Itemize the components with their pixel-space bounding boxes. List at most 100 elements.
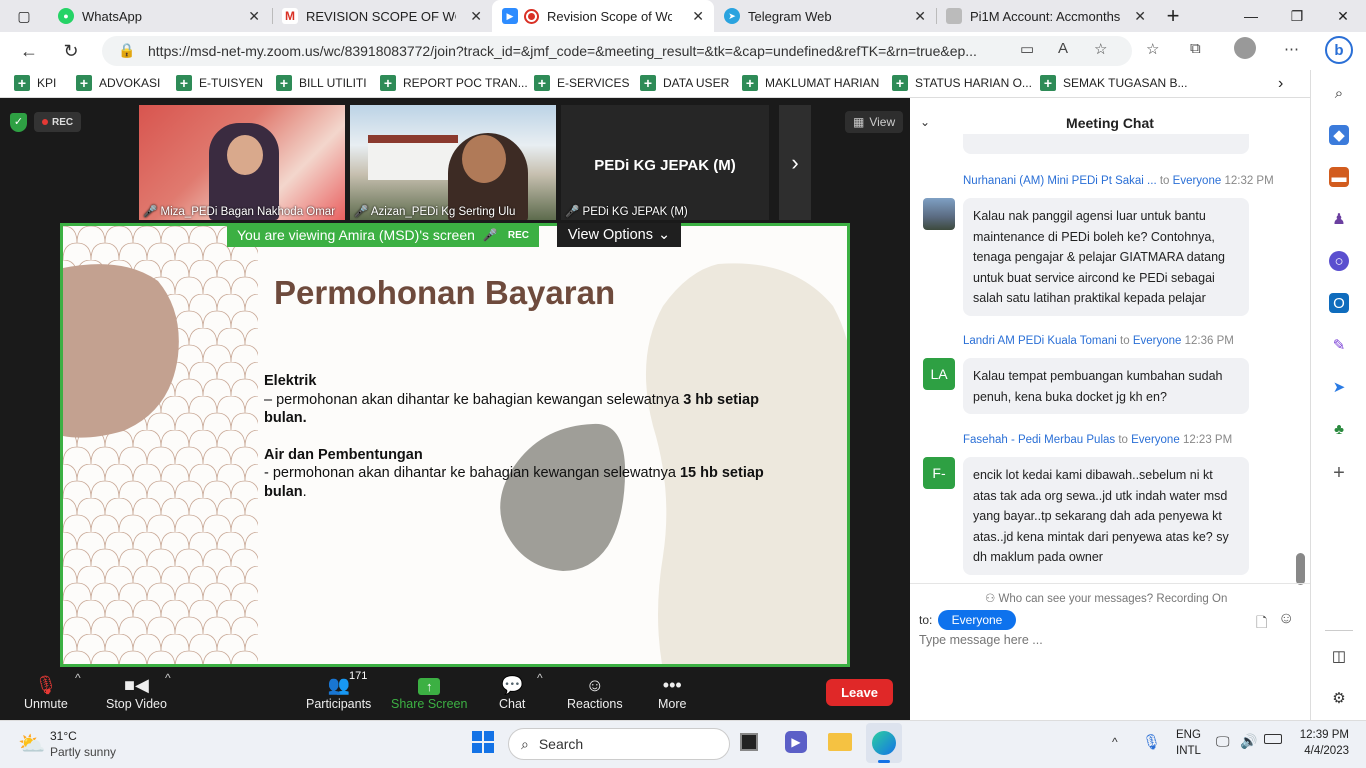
add-favorite-icon[interactable]: ☆: [1094, 40, 1107, 58]
minimize-icon[interactable]: —: [1228, 0, 1274, 32]
chat-message: encik lot kedai kami dibawah..sebelum ni…: [963, 457, 1249, 575]
next-page-chevron-icon[interactable]: ›: [779, 105, 811, 220]
microphone-icon[interactable]: 🎙: [1142, 733, 1161, 751]
tools-icon[interactable]: ▬: [1329, 167, 1349, 187]
browser-window: ▢ ● WhatsApp ✕ M REVISION SCOPE OF WORK …: [0, 0, 1366, 768]
games-icon[interactable]: ♟: [1329, 209, 1349, 229]
network-icon[interactable]: 🖵: [1216, 733, 1230, 750]
video-tile-azizan[interactable]: 🎤 Azizan_PEDi Kg Serting Ulu: [350, 105, 556, 220]
slide-content: Elektrik – permohonan akan dihantar ke b…: [264, 373, 764, 500]
stop-video-button[interactable]: ■◀ Stop Video: [106, 673, 167, 711]
shield-icon: ✓: [10, 113, 27, 132]
close-tab-icon[interactable]: ✕: [1134, 8, 1146, 25]
settings-icon[interactable]: ⚙: [1329, 688, 1349, 708]
chat-scrollbar[interactable]: [1296, 553, 1305, 585]
tab-actions-icon[interactable]: ▢: [0, 0, 48, 32]
tab-zoom[interactable]: ▶ Revision Scope of Work ✕: [492, 0, 714, 32]
recipient-button[interactable]: Everyone: [938, 610, 1016, 630]
more-button[interactable]: ••• More: [658, 673, 686, 711]
battery-icon[interactable]: [1264, 734, 1282, 744]
close-window-icon[interactable]: ✕: [1320, 0, 1366, 32]
zoom-meeting-area: ✓ REC 🎤 Miza_PEDi Bagan Nakhoda Omar 🎤 A…: [0, 98, 910, 720]
sidebar-toggle-icon[interactable]: ◫: [1329, 646, 1349, 666]
bookmark-item[interactable]: + ADVOKASI: [76, 75, 160, 91]
send-icon[interactable]: ➤: [1329, 377, 1349, 397]
profile-avatar[interactable]: [1234, 37, 1256, 59]
bing-icon[interactable]: b: [1325, 36, 1353, 64]
grid-icon: ▦: [853, 115, 865, 129]
bookmark-item[interactable]: + DATA USER: [640, 75, 729, 91]
designer-icon[interactable]: ✎: [1329, 335, 1349, 355]
office-icon[interactable]: ○: [1329, 251, 1349, 271]
meet-icon[interactable]: ▶: [785, 731, 807, 753]
muted-mic-icon: 🎤: [565, 206, 580, 218]
people-icon: ⚇: [985, 593, 996, 605]
tab-telegram[interactable]: ➤ Telegram Web ✕: [714, 0, 936, 32]
video-options-caret-icon[interactable]: ^: [165, 671, 171, 685]
view-options-button[interactable]: View Options ⌄: [557, 223, 681, 247]
video-tile-miza[interactable]: 🎤 Miza_PEDi Bagan Nakhoda Omar: [139, 105, 345, 220]
bookmark-item[interactable]: + REPORT POC TRAN...: [380, 75, 528, 91]
bookmarks-overflow-icon[interactable]: ›: [1278, 75, 1283, 93]
outlook-icon[interactable]: O: [1329, 293, 1349, 313]
bookmark-item[interactable]: + E-TUISYEN: [176, 75, 263, 91]
close-tab-icon[interactable]: ✕: [248, 8, 260, 25]
share-arrow-icon: ↑: [418, 678, 441, 695]
task-view-icon[interactable]: [740, 733, 758, 751]
bookmark-plus-icon: +: [640, 75, 656, 91]
page-icon: [946, 8, 962, 24]
audio-options-caret-icon[interactable]: ^: [75, 671, 81, 685]
restore-icon[interactable]: ❐: [1274, 0, 1320, 32]
weather-icon[interactable]: ⛅: [18, 731, 45, 757]
tree-icon[interactable]: ♣: [1329, 419, 1349, 439]
emoji-icon[interactable]: ☺: [1278, 610, 1294, 628]
tab-gmail[interactable]: M REVISION SCOPE OF WORK 3 ✕: [272, 0, 492, 32]
bookmark-item[interactable]: + E-SERVICES: [534, 75, 629, 91]
share-screen-button[interactable]: ↑ Share Screen: [391, 673, 467, 711]
more-menu-icon[interactable]: ⋯: [1284, 40, 1299, 58]
leave-button[interactable]: Leave: [826, 679, 893, 706]
back-icon[interactable]: ←: [14, 36, 44, 66]
video-tile-pedi-kg-jepak[interactable]: PEDi KG JEPAK (M) 🎤 PEDi KG JEPAK (M): [561, 105, 769, 220]
add-icon[interactable]: +: [1329, 462, 1349, 484]
bookmark-item[interactable]: + KPI: [14, 75, 56, 91]
chat-button[interactable]: 💬 Chat: [499, 673, 525, 711]
avatar: LA: [923, 358, 955, 390]
bookmark-item[interactable]: + STATUS HARIAN O...: [892, 75, 1032, 91]
taskbar-search[interactable]: ⌕ Search: [508, 728, 730, 760]
url-field[interactable]: 🔒 https://msd-net-my.zoom.us/wc/83918083…: [102, 36, 1132, 66]
file-explorer-icon[interactable]: [828, 733, 852, 751]
close-tab-icon[interactable]: ✕: [692, 8, 704, 25]
tab-pi1m[interactable]: Pi1M Account: Accmonths ✕: [936, 0, 1156, 32]
bookmark-item[interactable]: + MAKLUMAT HARIAN: [742, 75, 879, 91]
volume-icon[interactable]: 🔊: [1240, 733, 1257, 750]
windows-start-icon[interactable]: [472, 731, 494, 753]
favorites-icon[interactable]: ☆: [1146, 40, 1159, 58]
bookmark-plus-icon: +: [176, 75, 192, 91]
shopping-tag-icon[interactable]: ◆: [1329, 125, 1349, 145]
new-tab-icon[interactable]: +: [1150, 0, 1196, 32]
chat-options-caret-icon[interactable]: ^: [537, 671, 543, 685]
bookmark-item[interactable]: + SEMAK TUGASAN B...: [1040, 75, 1187, 91]
collections-icon[interactable]: ⧉: [1190, 40, 1201, 57]
camera-icon[interactable]: ▭: [1020, 40, 1034, 58]
viewing-banner: You are viewing Amira (MSD)'s screen 🎤 R…: [227, 223, 539, 247]
edge-taskbar-button[interactable]: [866, 723, 902, 763]
emoji-icon: ☺: [585, 675, 604, 695]
bookmark-plus-icon: +: [380, 75, 396, 91]
close-tab-icon[interactable]: ✕: [914, 8, 926, 25]
search-icon[interactable]: ⌕: [1329, 83, 1349, 103]
unmute-button[interactable]: 🎙 Unmute: [24, 673, 68, 711]
close-tab-icon[interactable]: ✕: [470, 8, 482, 25]
meeting-toolbar: 🎙 Unmute ^ ■◀ Stop Video ^ 👥 Participants 1…: [0, 667, 910, 720]
tray-chevron-icon[interactable]: ^: [1112, 735, 1118, 749]
refresh-icon[interactable]: ↻: [56, 36, 86, 66]
edge-sidebar: ⌕ ◆ ▬ ♟ ○ O ✎ ➤ ♣ + ◫ ⚙: [1310, 70, 1366, 720]
more-dots-icon: •••: [662, 675, 682, 695]
chat-message-input[interactable]: [919, 630, 1299, 650]
reactions-button[interactable]: ☺ Reactions: [567, 673, 623, 711]
bookmark-item[interactable]: + BILL UTILITI: [276, 75, 367, 91]
read-aloud-icon[interactable]: A: [1058, 40, 1068, 57]
view-button[interactable]: ▦ View: [845, 111, 904, 133]
tab-whatsapp[interactable]: ● WhatsApp ✕: [48, 0, 270, 32]
